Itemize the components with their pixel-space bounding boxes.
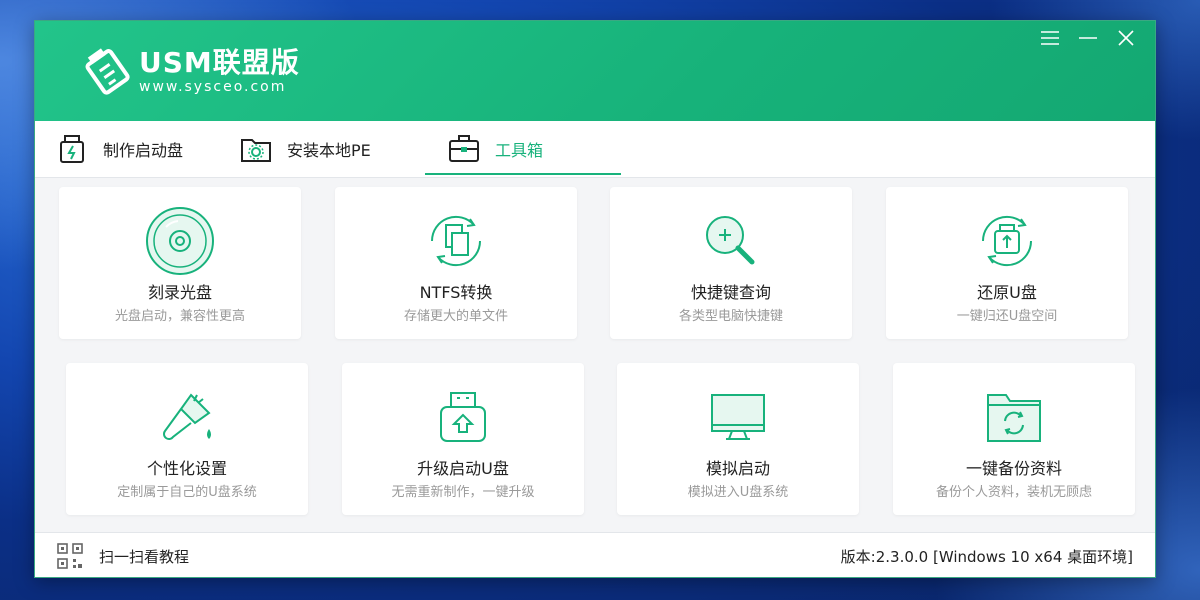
tab-label: 制作启动盘 [103, 141, 184, 160]
tool-title: 还原U盘 [977, 283, 1037, 302]
app-title: USM联盟版 [139, 46, 300, 79]
app-window: USM联盟版 www.sysceo.com 制作启动盘 安装本地PE 工具箱 刻… [34, 20, 1156, 578]
tool-backup-data[interactable]: 一键备份资料 备份个人资料，装机无顾虑 [893, 363, 1135, 515]
toolbox-icon [449, 135, 479, 162]
tab-install-local-pe[interactable]: 安装本地PE [239, 121, 371, 177]
usb-flash-icon [60, 135, 84, 163]
tab-label: 安装本地PE [287, 141, 371, 160]
file-convert-icon [430, 215, 482, 267]
minimize-button[interactable] [1069, 25, 1107, 51]
monitor-icon [711, 394, 765, 440]
active-tab-indicator [425, 173, 621, 175]
tool-subtitle: 存储更大的单文件 [403, 309, 508, 324]
tool-subtitle: 各类型电脑快捷键 [678, 309, 783, 324]
tool-subtitle: 模拟进入U盘系统 [687, 485, 789, 500]
tool-ntfs-convert[interactable]: NTFS转换 存储更大的单文件 [335, 187, 577, 339]
close-button[interactable] [1107, 25, 1145, 51]
version-info: 版本:2.3.0.0 [Windows 10 x64 桌面环境] [840, 548, 1133, 566]
usb-restore-icon [981, 215, 1033, 267]
tool-upgrade-usb[interactable]: 升级启动U盘 无需重新制作，一键升级 [342, 363, 584, 515]
close-icon [1118, 30, 1134, 46]
tab-make-boot-disk[interactable]: 制作启动盘 [55, 121, 183, 177]
menu-icon [1041, 31, 1059, 45]
tool-title: 刻录光盘 [147, 283, 212, 302]
folder-sync-icon [987, 394, 1041, 442]
tool-title: 快捷键查询 [690, 283, 771, 302]
tab-label: 工具箱 [495, 141, 544, 160]
tab-toolbox[interactable]: 工具箱 [447, 121, 543, 177]
tool-subtitle: 备份个人资料，装机无顾虑 [935, 485, 1092, 500]
minimize-icon [1079, 37, 1097, 39]
tool-title: 个性化设置 [146, 459, 227, 478]
tool-title: 一键备份资料 [965, 459, 1062, 478]
tool-subtitle: 一键归还U盘空间 [956, 309, 1058, 324]
tool-title: 模拟启动 [705, 459, 770, 478]
logo-icon [85, 48, 130, 95]
window-controls [1031, 25, 1145, 51]
tool-simulate-boot[interactable]: 模拟启动 模拟进入U盘系统 [617, 363, 859, 515]
tool-subtitle: 无需重新制作，一键升级 [391, 485, 535, 500]
disc-icon [146, 207, 214, 275]
tool-personalize[interactable]: 个性化设置 定制属于自己的U盘系统 [66, 363, 308, 515]
usb-upgrade-icon [440, 392, 486, 442]
magnifier-icon [706, 216, 755, 265]
qr-tutorial-label[interactable]: 扫一扫看教程 [99, 546, 189, 567]
folder-gear-icon [241, 139, 271, 162]
paint-brush-icon [163, 393, 211, 440]
tool-subtitle: 光盘启动，兼容性更高 [114, 309, 245, 324]
menu-button[interactable] [1031, 25, 1069, 51]
tab-bar: 制作启动盘 安装本地PE 工具箱 [35, 121, 1155, 178]
tool-burn-disc[interactable]: 刻录光盘 光盘启动，兼容性更高 [59, 187, 301, 339]
status-bar: 扫一扫看教程 版本:2.3.0.0 [Windows 10 x64 桌面环境] [35, 532, 1155, 577]
qr-code-icon[interactable] [57, 543, 83, 569]
app-url: www.sysceo.com [139, 79, 287, 95]
tool-shortcut-query[interactable]: 快捷键查询 各类型电脑快捷键 [610, 187, 852, 339]
app-header: USM联盟版 www.sysceo.com [35, 21, 1155, 121]
tool-title: NTFS转换 [419, 283, 493, 302]
app-logo: USM联盟版 www.sysceo.com [81, 45, 300, 97]
tool-subtitle: 定制属于自己的U盘系统 [117, 485, 257, 500]
tool-restore-usb[interactable]: 还原U盘 一键归还U盘空间 [886, 187, 1128, 339]
tool-title: 升级启动U盘 [417, 459, 509, 478]
